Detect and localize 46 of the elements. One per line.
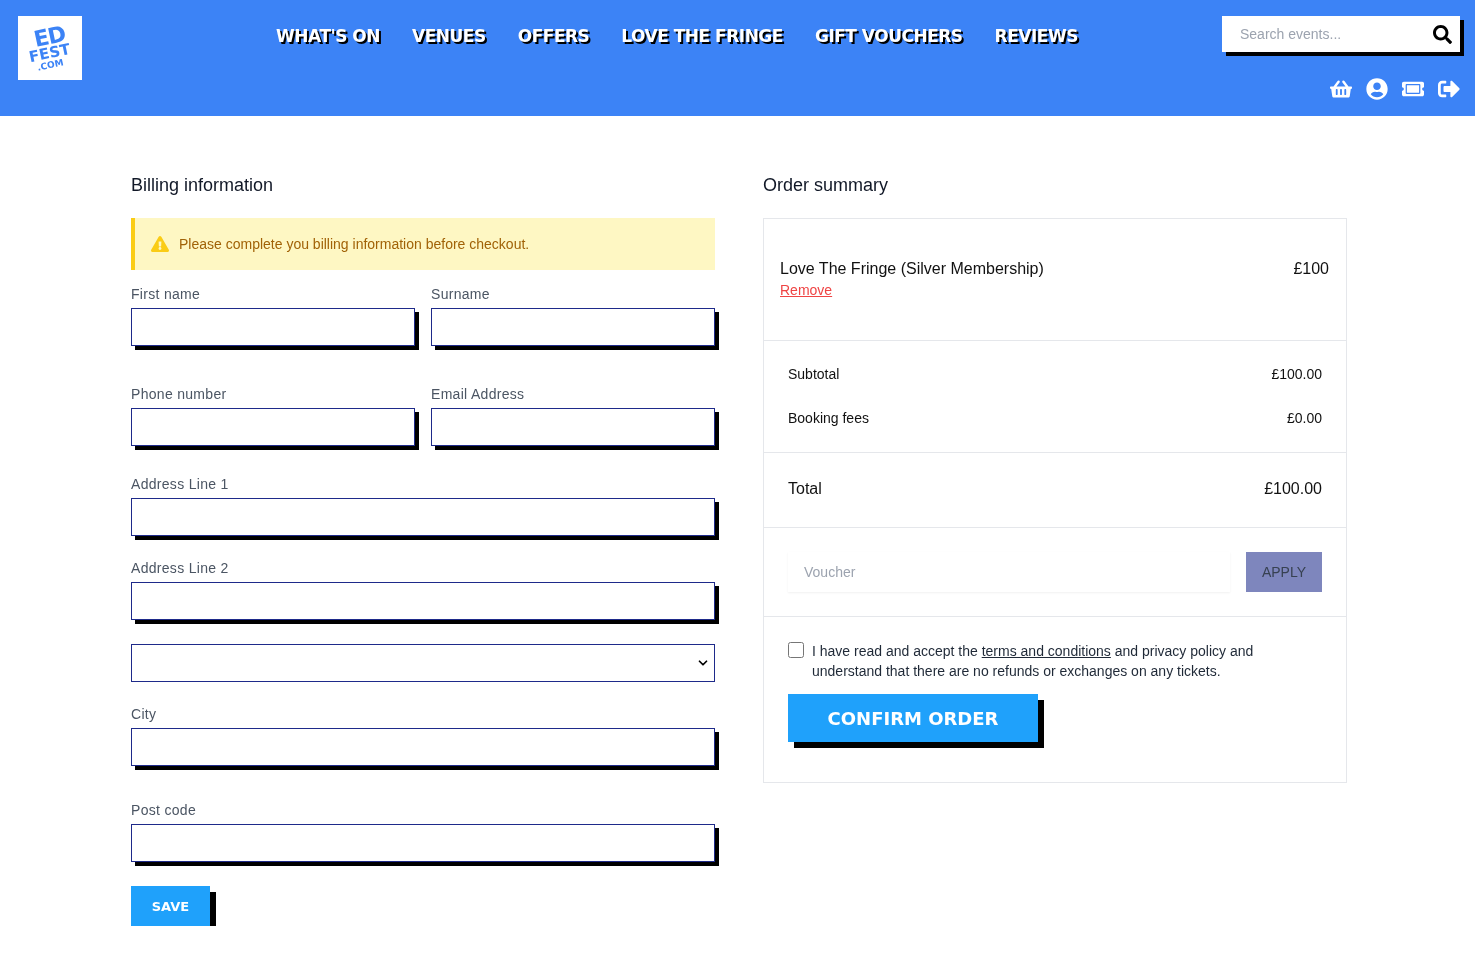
field-label: Address Line 1 <box>131 476 230 492</box>
input-field[interactable] <box>131 728 715 766</box>
field-label: Post code <box>131 802 197 818</box>
nav-link[interactable]: OFFERS <box>517 26 590 46</box>
total-value: £100.00 <box>1264 480 1322 498</box>
summary-value: £100.00 <box>1271 366 1322 382</box>
select-field[interactable] <box>131 644 715 682</box>
sign-out-icon[interactable] <box>1438 78 1460 100</box>
terms-checkbox[interactable] <box>788 642 804 658</box>
section-title: Order summary <box>763 174 889 197</box>
field-label: First name <box>131 286 202 302</box>
field-label: Address Line 2 <box>131 560 230 576</box>
nav-link[interactable]: GIFT VOUCHERS <box>814 26 963 46</box>
section-title: Billing information <box>131 174 275 197</box>
input-field[interactable] <box>431 308 715 346</box>
item-price: £100 <box>1293 260 1329 278</box>
input-field[interactable] <box>131 308 415 346</box>
search-icon[interactable] <box>1433 24 1452 44</box>
voucher-field[interactable]: Voucher <box>788 552 1230 592</box>
user-icon[interactable] <box>1366 78 1388 100</box>
nav-link[interactable]: REVIEWS <box>994 26 1078 46</box>
alert-text: Please complete you billing information before checkout. <box>179 236 530 252</box>
summary-value: £0.00 <box>1286 410 1322 426</box>
input-field[interactable] <box>131 408 415 446</box>
summary-label: Subtotal <box>788 366 840 382</box>
terms-link[interactable]: terms and conditions <box>981 643 1111 659</box>
input-field[interactable] <box>131 582 715 620</box>
input-field[interactable] <box>131 498 715 536</box>
total-label: Total <box>788 480 822 498</box>
nav-link[interactable]: LOVE THE FRINGE <box>621 26 783 46</box>
input-field[interactable] <box>431 408 715 446</box>
summary-label: Booking fees <box>788 410 869 426</box>
basket-icon[interactable] <box>1330 78 1352 100</box>
nav-link[interactable]: VENUES <box>412 26 486 46</box>
warning-icon <box>151 235 169 253</box>
item-name: Love The Fringe (Silver Membership) <box>780 260 1044 278</box>
field-label: Email Address <box>431 386 526 402</box>
apply-button[interactable]: APPLY <box>1246 552 1322 592</box>
logo[interactable]: ED FEST .COM <box>18 16 82 80</box>
terms-text: I have read and accept the terms and conditions and privacy policy and understand that there are no refunds or exchanges on any tickets. <box>812 642 1255 681</box>
field-label: Surname <box>431 286 491 302</box>
nav-link[interactable]: WHAT'S ON <box>276 26 381 46</box>
field-label: Phone number <box>131 386 228 402</box>
remove-link[interactable]: Remove <box>780 282 833 298</box>
input-field[interactable] <box>131 824 715 862</box>
field-label: City <box>131 706 158 722</box>
